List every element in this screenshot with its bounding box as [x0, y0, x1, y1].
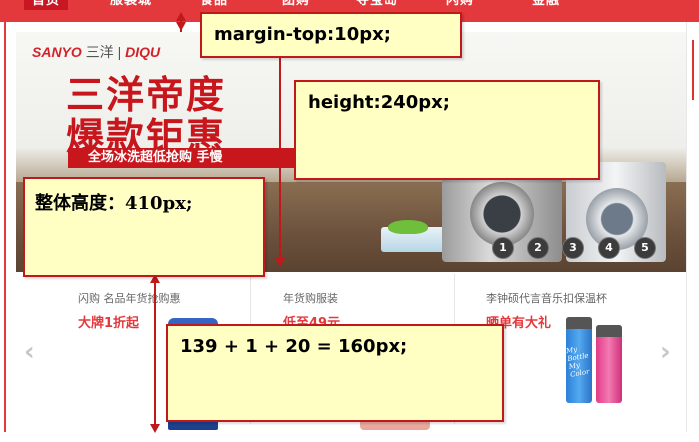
- slide-dot-2[interactable]: 2: [527, 237, 549, 259]
- slide-dot-4[interactable]: 4: [598, 237, 620, 259]
- arrow-down-icon: [150, 424, 160, 433]
- nav-item-food[interactable]: 食品: [200, 0, 228, 10]
- prev-arrow-icon[interactable]: ‹: [24, 339, 38, 365]
- slide-dot-1[interactable]: 1: [492, 237, 514, 259]
- section-arrow-line: [154, 282, 156, 428]
- annotation-height: height:240px;: [294, 80, 600, 180]
- nav-item-group-buy[interactable]: 团购: [282, 0, 310, 10]
- arrow-up-icon: [176, 12, 186, 21]
- thermos-bottle-image[interactable]: [596, 325, 622, 403]
- banner-headline: 三洋帝度 爆款钜惠: [66, 73, 227, 159]
- slide-dot-3[interactable]: 3: [562, 237, 584, 259]
- next-arrow-icon[interactable]: ›: [660, 339, 674, 365]
- arrow-down-icon: [275, 258, 285, 267]
- annotation-margin-top: margin-top:10px;: [200, 12, 462, 58]
- nav-item-finance[interactable]: 金融: [532, 0, 560, 10]
- slide-dot-5[interactable]: 5: [634, 237, 656, 259]
- plant-image: [388, 220, 428, 234]
- left-edge-line: [4, 22, 6, 432]
- brand-logo: SANYO 三洋 | DIQU: [32, 44, 161, 60]
- annotation-sum: 139 + 1 + 20 = 160px;: [166, 324, 504, 422]
- height-arrow-line: [279, 30, 281, 260]
- right-edge-line: [686, 22, 687, 432]
- arrow-down-icon: [176, 22, 186, 31]
- nav-item-clothing[interactable]: 服装城: [110, 0, 152, 10]
- nav-item-treasure[interactable]: 夺宝岛: [356, 0, 398, 10]
- right-sidebar-edge: [692, 40, 699, 100]
- nav-item-home[interactable]: 首页: [24, 0, 69, 10]
- annotation-total-height: 整体高度：410px;: [23, 177, 265, 277]
- thermos-bottle-image[interactable]: My Bottle My Color: [565, 317, 592, 403]
- nav-item-flash-sale[interactable]: 闪购: [446, 0, 474, 10]
